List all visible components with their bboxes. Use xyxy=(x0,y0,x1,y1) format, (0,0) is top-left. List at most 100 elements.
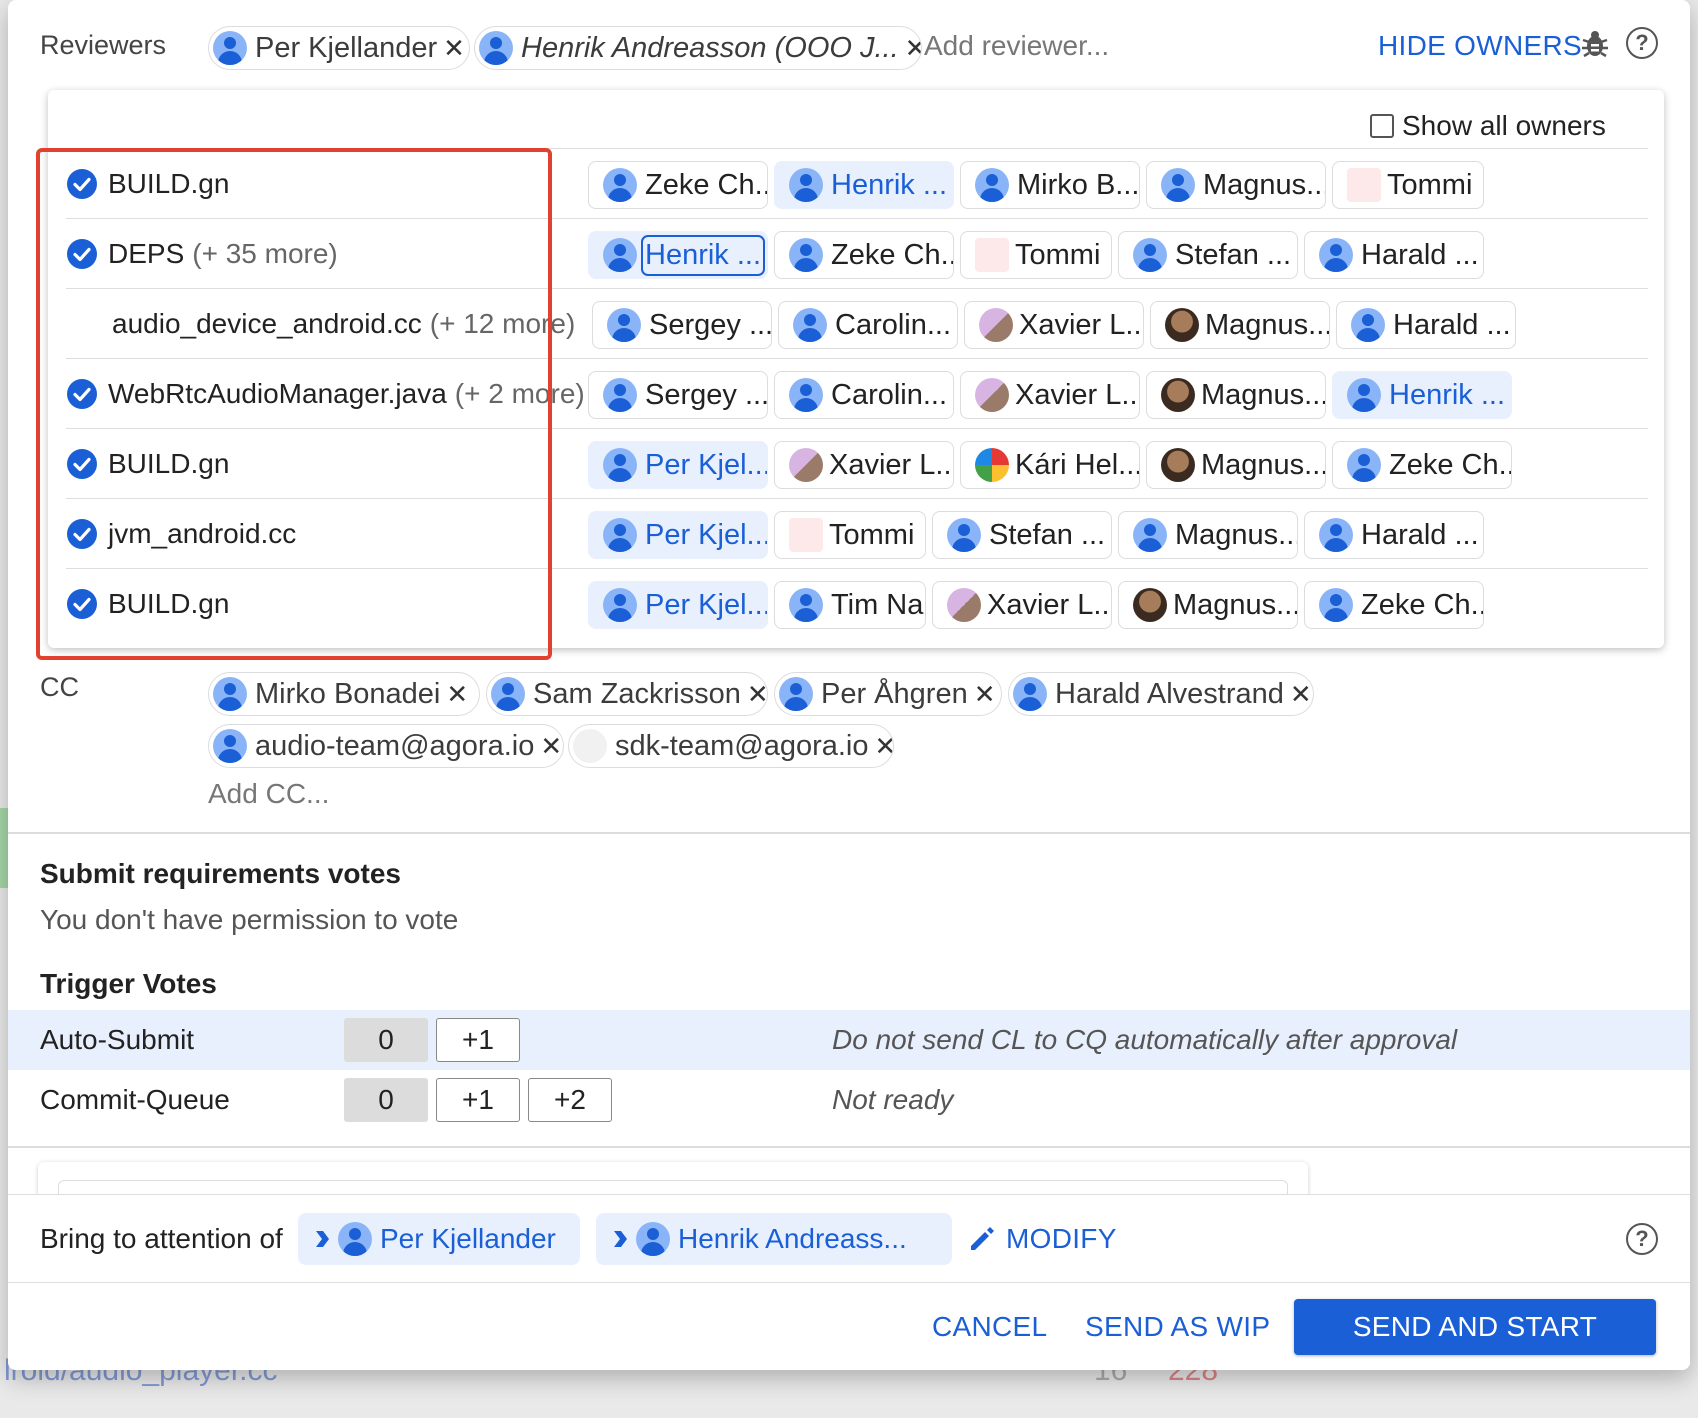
avatar-icon xyxy=(975,168,1009,202)
reviewer-chip[interactable]: Per Kjellander ✕ xyxy=(208,26,470,70)
owner-suggestion-chip[interactable]: Henrik ... xyxy=(1332,371,1512,419)
owner-suggestion-chip[interactable]: Henrik ... xyxy=(774,161,954,209)
avatar-icon xyxy=(213,729,247,763)
avatar-icon xyxy=(1133,238,1167,272)
owner-suggestion-chip[interactable]: Magnus... xyxy=(1118,581,1298,629)
cat-avatar-icon xyxy=(947,588,981,622)
owner-name: Sergey ... xyxy=(649,308,772,341)
modify-button[interactable]: MODIFY xyxy=(968,1223,1117,1255)
section-divider xyxy=(8,1146,1690,1148)
remove-icon[interactable]: ✕ xyxy=(974,679,996,710)
add-cc-input[interactable]: Add CC... xyxy=(208,778,329,810)
owner-suggestion-chip[interactable]: Sergey ... xyxy=(592,301,772,349)
avatar-icon xyxy=(213,31,247,65)
owner-suggestion-chip[interactable]: Zeke Ch... xyxy=(1304,581,1484,629)
owner-name: Zeke Ch... xyxy=(1361,588,1484,621)
owner-suggestion-chip[interactable]: Per Kjel... xyxy=(588,441,768,489)
owner-suggestion-chip[interactable]: Zeke Ch... xyxy=(774,231,954,279)
owner-suggestion-chip[interactable]: Xavier L... xyxy=(774,441,954,489)
owner-suggestion-chip[interactable]: Mirko B... xyxy=(960,161,1140,209)
vote-button-plus1[interactable]: +1 xyxy=(436,1078,520,1122)
owner-suggestion-chip[interactable]: Tommi xyxy=(774,511,926,559)
remove-icon[interactable]: ✕ xyxy=(905,33,921,64)
attention-arrow-icon xyxy=(316,1231,329,1247)
owner-suggestion-chip[interactable]: Xavier L... xyxy=(964,301,1144,349)
remove-icon[interactable]: ✕ xyxy=(446,679,468,710)
owner-name: Magnus... xyxy=(1205,308,1330,341)
owner-suggestion-chip[interactable]: Zeke Ch... xyxy=(588,161,768,209)
remove-icon[interactable]: ✕ xyxy=(443,33,465,64)
photo-avatar-icon xyxy=(1133,588,1167,622)
highlight-annotation-box xyxy=(36,148,552,660)
owner-suggestion-chip[interactable]: Magnus... xyxy=(1118,511,1298,559)
cc-chip[interactable]: Harald Alvestrand ✕ xyxy=(1008,672,1314,716)
owner-suggestion-chip[interactable]: Magnus... xyxy=(1146,371,1326,419)
cat-avatar-icon xyxy=(789,448,823,482)
hide-owners-button[interactable]: HIDE OWNERS xyxy=(1378,30,1582,62)
owner-name: Sergey ... xyxy=(645,378,768,411)
owner-name: Carolin... xyxy=(835,308,952,341)
owner-name: Magnus... xyxy=(1201,378,1326,411)
remove-icon[interactable]: ✕ xyxy=(1290,679,1312,710)
owner-suggestion-chip[interactable]: Carolin... xyxy=(774,371,954,419)
reviewer-chip[interactable]: Henrik Andreasson (OOO J... ✕ xyxy=(474,26,922,70)
owner-suggestion-chip[interactable]: Harald ... xyxy=(1304,231,1484,279)
owner-suggestion-chip[interactable]: Magnus... xyxy=(1146,161,1326,209)
owner-suggestion-chip[interactable]: Magnus... xyxy=(1146,441,1326,489)
owner-suggestion-chip[interactable]: Stefan ... xyxy=(1118,231,1298,279)
bug-icon[interactable] xyxy=(1580,28,1610,60)
remove-icon[interactable]: ✕ xyxy=(540,731,562,762)
cc-name: Mirko Bonadei xyxy=(255,677,441,710)
owner-suggestion-chip[interactable]: Zeke Ch... xyxy=(1332,441,1512,489)
cc-name: sdk-team@agora.io xyxy=(615,729,869,762)
attention-chip[interactable]: Henrik Andreass... xyxy=(596,1213,952,1265)
owner-suggestion-chip[interactable]: Tommi xyxy=(1332,161,1484,209)
owner-suggestion-chip[interactable]: Stefan ... xyxy=(932,511,1112,559)
owner-name: Stefan ... xyxy=(1175,238,1292,271)
remove-icon[interactable]: ✕ xyxy=(875,731,894,762)
cc-chip[interactable]: Mirko Bonadei ✕ xyxy=(208,672,480,716)
owner-name: Henrik ... xyxy=(640,234,766,276)
owner-suggestion-chip[interactable]: Per Kjel... xyxy=(588,581,768,629)
owner-suggestion-chip[interactable]: Sergey ... xyxy=(588,371,768,419)
attention-name: Per Kjellander xyxy=(380,1223,556,1254)
owner-suggestion-chip[interactable]: Harald ... xyxy=(1336,301,1516,349)
vote-row-commit-queue: Commit-Queue 0 +1 +2 Not ready xyxy=(8,1070,1690,1130)
owner-suggestion-chip[interactable]: Tim Na xyxy=(774,581,926,629)
vote-button-0[interactable]: 0 xyxy=(344,1078,428,1122)
show-all-owners-toggle[interactable]: Show all owners xyxy=(1370,110,1606,142)
owner-suggestion-chip[interactable]: Henrik ... xyxy=(588,231,768,279)
cc-chip[interactable]: Sam Zackrisson ✕ xyxy=(486,672,768,716)
send-and-start-review-button[interactable]: SEND AND START REVIEW xyxy=(1294,1299,1656,1370)
avatar-icon xyxy=(789,378,823,412)
help-icon[interactable]: ? xyxy=(1626,1223,1658,1255)
owner-name: Xavier L... xyxy=(829,448,954,481)
avatar-icon xyxy=(338,1222,372,1256)
vote-button-plus1[interactable]: +1 xyxy=(436,1018,520,1062)
logo-avatar-icon xyxy=(975,448,1009,482)
attention-name: Henrik Andreass... xyxy=(678,1223,907,1254)
send-as-wip-button[interactable]: SEND AS WIP xyxy=(1085,1311,1270,1343)
vote-button-plus2[interactable]: +2 xyxy=(528,1078,612,1122)
owner-suggestion-chip[interactable]: Kári Hel... xyxy=(960,441,1140,489)
owner-suggestion-chip[interactable]: Tommi xyxy=(960,231,1112,279)
owner-suggestion-chip[interactable]: Xavier L... xyxy=(960,371,1140,419)
cc-chip[interactable]: audio-team@agora.io ✕ xyxy=(208,724,564,768)
cancel-button[interactable]: CANCEL xyxy=(932,1311,1047,1343)
owner-suggestion-chip[interactable]: Xavier L... xyxy=(932,581,1112,629)
owner-name: Zeke Ch... xyxy=(645,168,768,201)
remove-icon[interactable]: ✕ xyxy=(747,679,767,710)
avatar-icon xyxy=(793,308,827,342)
help-icon[interactable]: ? xyxy=(1626,27,1658,59)
cc-chip[interactable]: sdk-team@agora.io✕ xyxy=(568,724,894,768)
add-reviewer-input[interactable]: Add reviewer... xyxy=(924,30,1109,62)
cc-chip[interactable]: Per Åhgren ✕ xyxy=(774,672,1002,716)
owner-suggestion-chip[interactable]: Carolin... xyxy=(778,301,958,349)
owner-suggestion-chip[interactable]: Magnus... xyxy=(1150,301,1330,349)
checkbox-icon[interactable] xyxy=(1370,114,1394,138)
owner-suggestion-chip[interactable]: Per Kjel... xyxy=(588,511,768,559)
owner-suggestion-chip[interactable]: Harald ... xyxy=(1304,511,1484,559)
avatar-icon xyxy=(636,1222,670,1256)
vote-button-0[interactable]: 0 xyxy=(344,1018,428,1062)
attention-chip[interactable]: Per Kjellander xyxy=(298,1213,580,1265)
